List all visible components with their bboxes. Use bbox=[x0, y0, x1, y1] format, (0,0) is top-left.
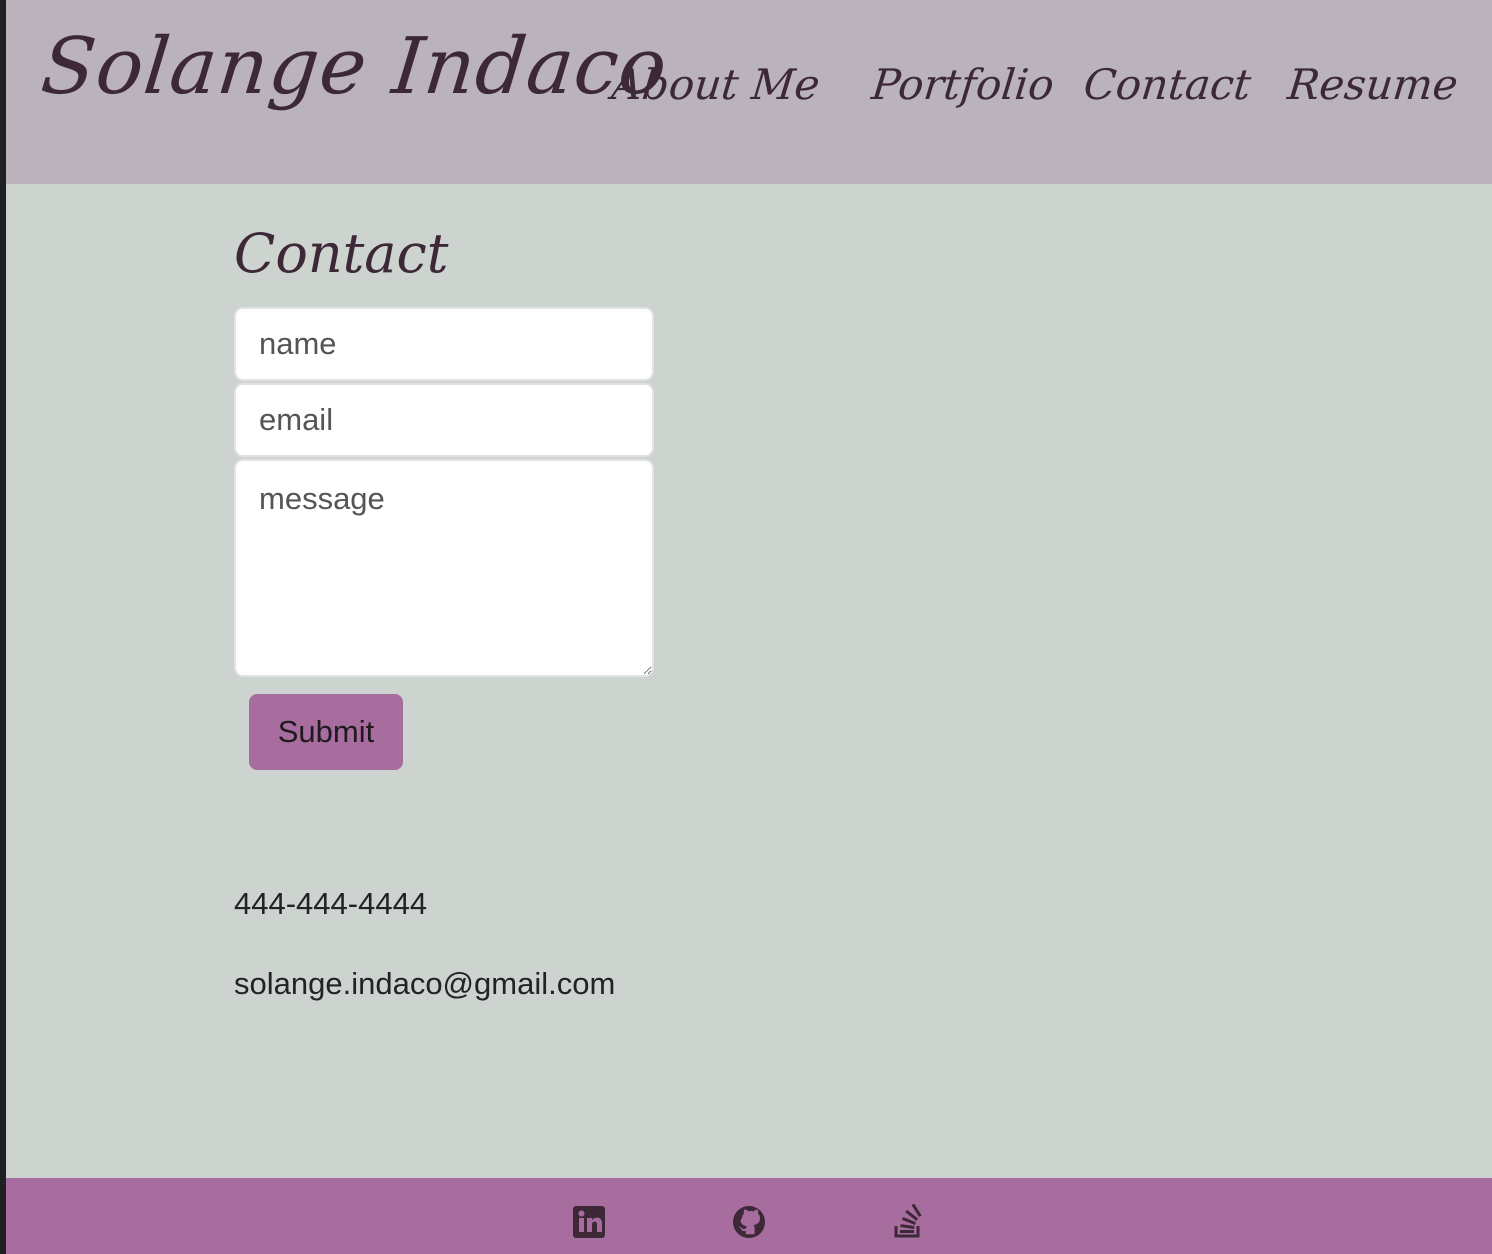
stack-overflow-icon[interactable] bbox=[890, 1204, 926, 1240]
nav-about-me[interactable]: About Me bbox=[609, 60, 822, 109]
linkedin-icon[interactable] bbox=[571, 1204, 607, 1240]
site-footer bbox=[6, 1178, 1492, 1254]
email-address: solange.indaco@gmail.com bbox=[234, 966, 616, 1001]
nav-resume[interactable]: Resume bbox=[1285, 60, 1460, 109]
phone-number: 444-444-4444 bbox=[234, 886, 428, 921]
github-icon[interactable] bbox=[731, 1204, 767, 1240]
nav-portfolio[interactable]: Portfolio bbox=[869, 60, 1056, 109]
name-input[interactable] bbox=[234, 307, 654, 381]
nav-contact[interactable]: Contact bbox=[1081, 60, 1253, 109]
site-brand[interactable]: Solange Indaco bbox=[37, 22, 672, 112]
message-textarea[interactable] bbox=[234, 459, 654, 677]
page-title: Contact bbox=[234, 222, 449, 285]
submit-button[interactable]: Submit bbox=[249, 694, 403, 770]
page: Solange Indaco About Me Portfolio Contac… bbox=[6, 0, 1492, 1254]
email-input[interactable] bbox=[234, 383, 654, 457]
site-header: Solange Indaco About Me Portfolio Contac… bbox=[6, 0, 1492, 184]
